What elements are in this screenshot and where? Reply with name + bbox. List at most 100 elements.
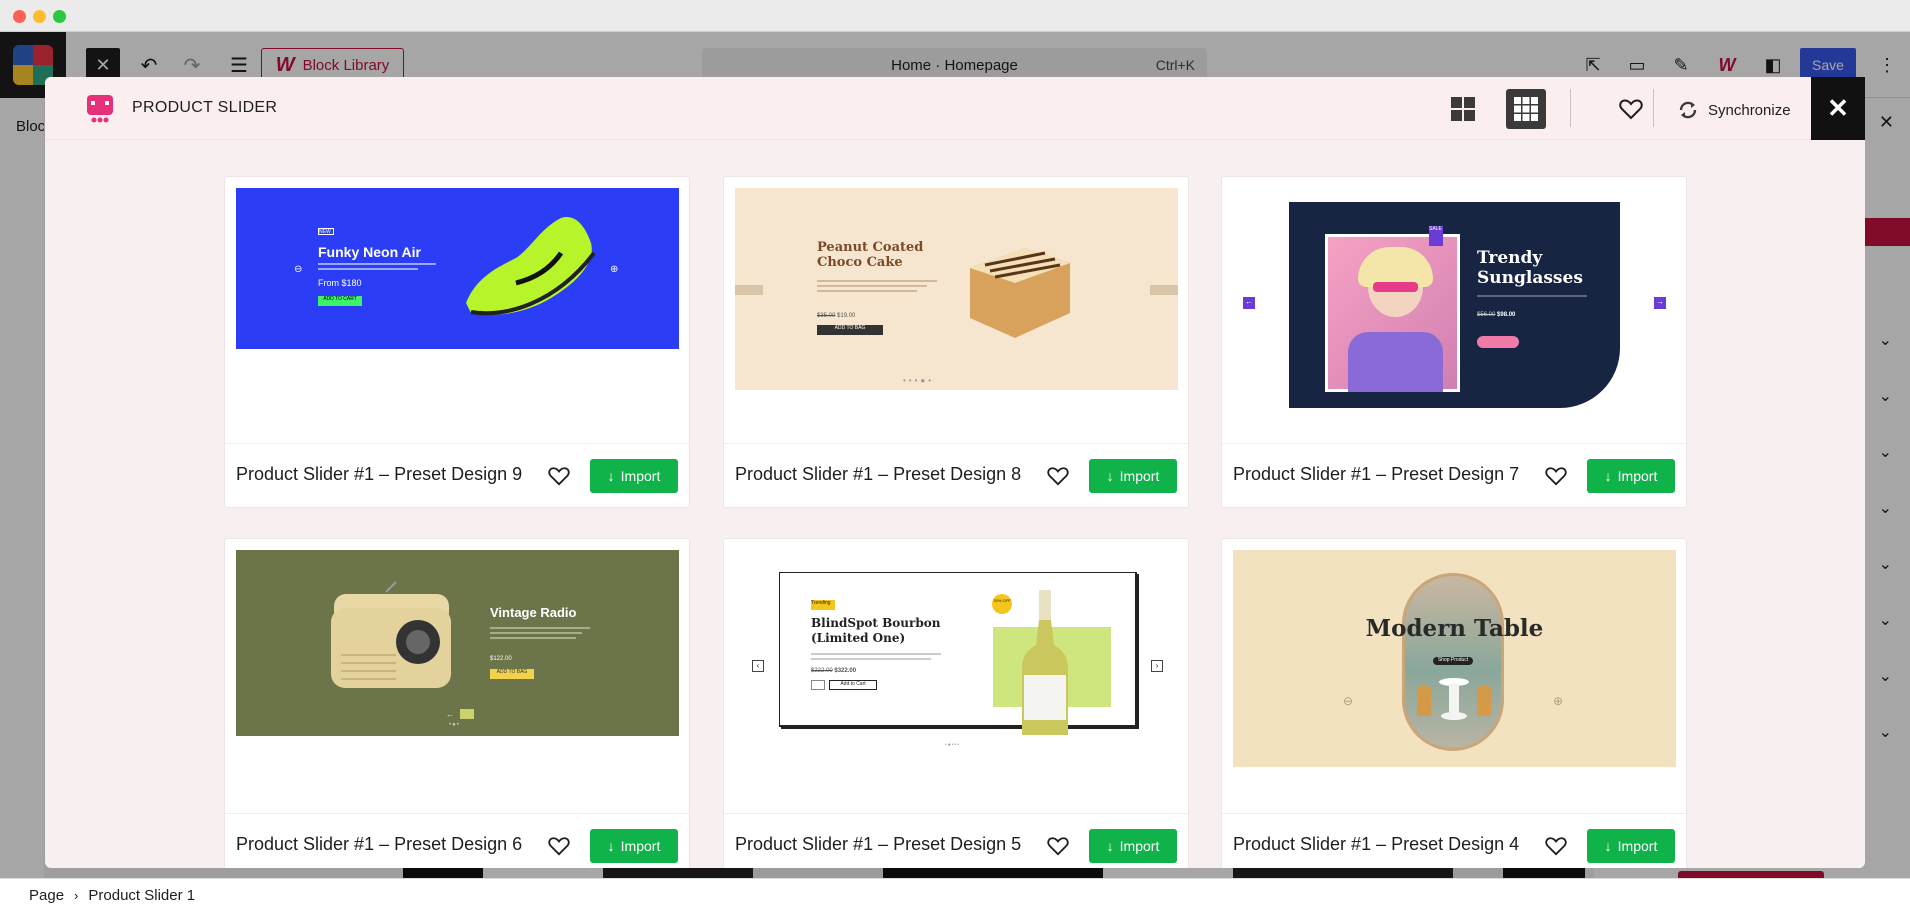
modal-close-button[interactable]: ✕ [1811,77,1865,140]
preview-heading: Vintage Radio [490,605,577,620]
arrow-left-icon: ‹ [752,660,764,672]
cake-image [970,248,1070,338]
import-label: Import [1617,468,1658,484]
preset-preview-image[interactable]: Trending BlindSpot Bourbon (Limited One)… [735,550,1178,756]
card-footer: Product Slider #1 – Preset Design 7 ↓ Imp… [1222,443,1686,507]
modal-header: PRODUCT SLIDER Synchronize ✕ [45,77,1865,140]
preview-heading: BlindSpot Bourbon (Limited One) [811,616,941,645]
card-footer: Product Slider #1 – Preset Design 9 ↓ Imp… [225,443,689,507]
bottle-image [1022,590,1068,735]
import-label: Import [620,468,661,484]
minimize-window-button[interactable] [33,10,46,23]
preview-badge: SALE [1429,226,1443,246]
favorites-heart-icon[interactable] [1611,89,1651,129]
arrow-down-icon: ↓ [607,468,615,484]
preview-heading: Modern Table [1365,615,1544,642]
preview-cta: ADD TO BAG [490,669,534,679]
carousel-dots: •●••• [945,742,961,748]
grid-3x3-icon[interactable] [1506,89,1546,129]
synchronize-button[interactable]: Synchronize [1677,90,1791,130]
grid-2x2-icon[interactable] [1443,89,1483,129]
preview-price: $98.00 [1497,312,1516,318]
import-label: Import [620,838,661,854]
preset-preview-image[interactable]: Vintage Radio $122.00 ADD TO BAG ← •●• [236,550,679,736]
card-title: Product Slider #1 – Preset Design 6 [236,834,523,854]
preview-badge: NEW [318,228,334,235]
preview-old-price: $35.00 [817,313,836,319]
close-window-button[interactable] [13,10,26,23]
heart-icon[interactable] [1542,832,1570,860]
arrow-down-icon: ↓ [1604,838,1612,854]
preview-cta [1477,336,1519,348]
breadcrumb-block[interactable]: Product Slider 1 [88,887,195,904]
card-footer: Product Slider #1 – Preset Design 5 ↓ Imp… [724,813,1188,868]
breadcrumb: Page › Product Slider 1 [0,878,1910,912]
arrow-left-icon: ← [1243,297,1255,309]
carousel-dots: •●• [449,722,460,728]
import-button[interactable]: ↓ Import [1587,459,1675,493]
sunglasses-model-image [1325,234,1460,392]
preset-card: NEW Funky Neon Air From $180 ADD TO CART… [224,176,690,508]
preview-cta: ADD TO CART [318,296,362,306]
preview-heading: Peanut Coated Choco Cake [817,240,924,270]
arrow-right-icon: → [1654,297,1666,309]
import-button[interactable]: ↓ Import [1089,829,1177,863]
radio-image [331,581,451,688]
preview-price: $19.00 [837,313,856,319]
import-button[interactable]: ↓ Import [1089,459,1177,493]
preview-heading: Funky Neon Air [318,244,421,260]
arrow-down-icon: ↓ [1106,468,1114,484]
heart-icon[interactable] [1542,462,1570,490]
preset-card: SALE Trendy Sunglasses $56.00 $98.00 ← →… [1221,176,1687,508]
preview-old-price: $56.00 [1477,312,1496,318]
import-button[interactable]: ↓ Import [590,459,678,493]
preview-cta: ADD TO BAG [817,325,883,335]
heart-icon[interactable] [1044,832,1072,860]
heart-icon[interactable] [1044,462,1072,490]
arrow-left-icon [735,285,763,295]
card-footer: Product Slider #1 – Preset Design 4 ↓ Imp… [1222,813,1686,868]
heart-icon[interactable] [545,462,573,490]
preview-cta: Shop Product [1433,657,1473,665]
preview-price: $122.00 [490,656,512,662]
preview-cta: Add to Cart [829,680,877,690]
arrow-left-icon: ⊖ [294,264,303,275]
card-title: Product Slider #1 – Preset Design 4 [1233,834,1520,854]
preset-preview-image[interactable]: NEW Funky Neon Air From $180 ADD TO CART… [236,188,679,349]
arrow-left-icon: ⊖ [1343,694,1354,708]
maximize-window-button[interactable] [53,10,66,23]
preview-badge: Trending [811,600,835,610]
preview-price: From $180 [318,278,362,288]
discount-badge: 20% OFF [992,594,1012,614]
arrow-right-icon [1150,285,1178,295]
divider [1653,89,1654,127]
block-library-modal: PRODUCT SLIDER Synchronize ✕ NEW Funky N… [45,77,1865,868]
card-title: Product Slider #1 – Preset Design 8 [735,464,1022,484]
preset-card: Peanut Coated Choco Cake $35.00 $19.00 A… [723,176,1189,508]
preview-old-price: $222.00 [811,668,833,674]
import-button[interactable]: ↓ Import [1587,829,1675,863]
heart-icon[interactable] [545,832,573,860]
preview-price: $322.00 [834,668,857,674]
import-label: Import [1119,838,1160,854]
arrow-right-icon: ⊕ [610,264,619,275]
preset-preview-image[interactable]: Modern Table Shop Product ⊖ ⊕ [1233,550,1676,767]
card-footer: Product Slider #1 – Preset Design 8 ↓ Imp… [724,443,1188,507]
breadcrumb-page[interactable]: Page [29,887,64,904]
card-footer: Product Slider #1 – Preset Design 6 ↓ Imp… [225,813,689,868]
synchronize-label: Synchronize [1708,101,1791,119]
arrow-right-icon [460,709,474,719]
preset-preview-image[interactable]: Peanut Coated Choco Cake $35.00 $19.00 A… [735,188,1178,390]
arrow-down-icon: ↓ [1604,468,1612,484]
arrow-left-icon: ← [446,710,454,719]
arrow-right-icon: › [1151,660,1163,672]
import-label: Import [1119,468,1160,484]
divider [1570,89,1571,127]
modal-title: PRODUCT SLIDER [132,99,278,116]
sync-icon [1679,101,1697,119]
card-title: Product Slider #1 – Preset Design 5 [735,834,1022,854]
window-titlebar [0,0,1910,32]
import-button[interactable]: ↓ Import [590,829,678,863]
preset-preview-image[interactable]: SALE Trendy Sunglasses $56.00 $98.00 ← → [1233,188,1676,418]
arrow-down-icon: ↓ [607,838,615,854]
